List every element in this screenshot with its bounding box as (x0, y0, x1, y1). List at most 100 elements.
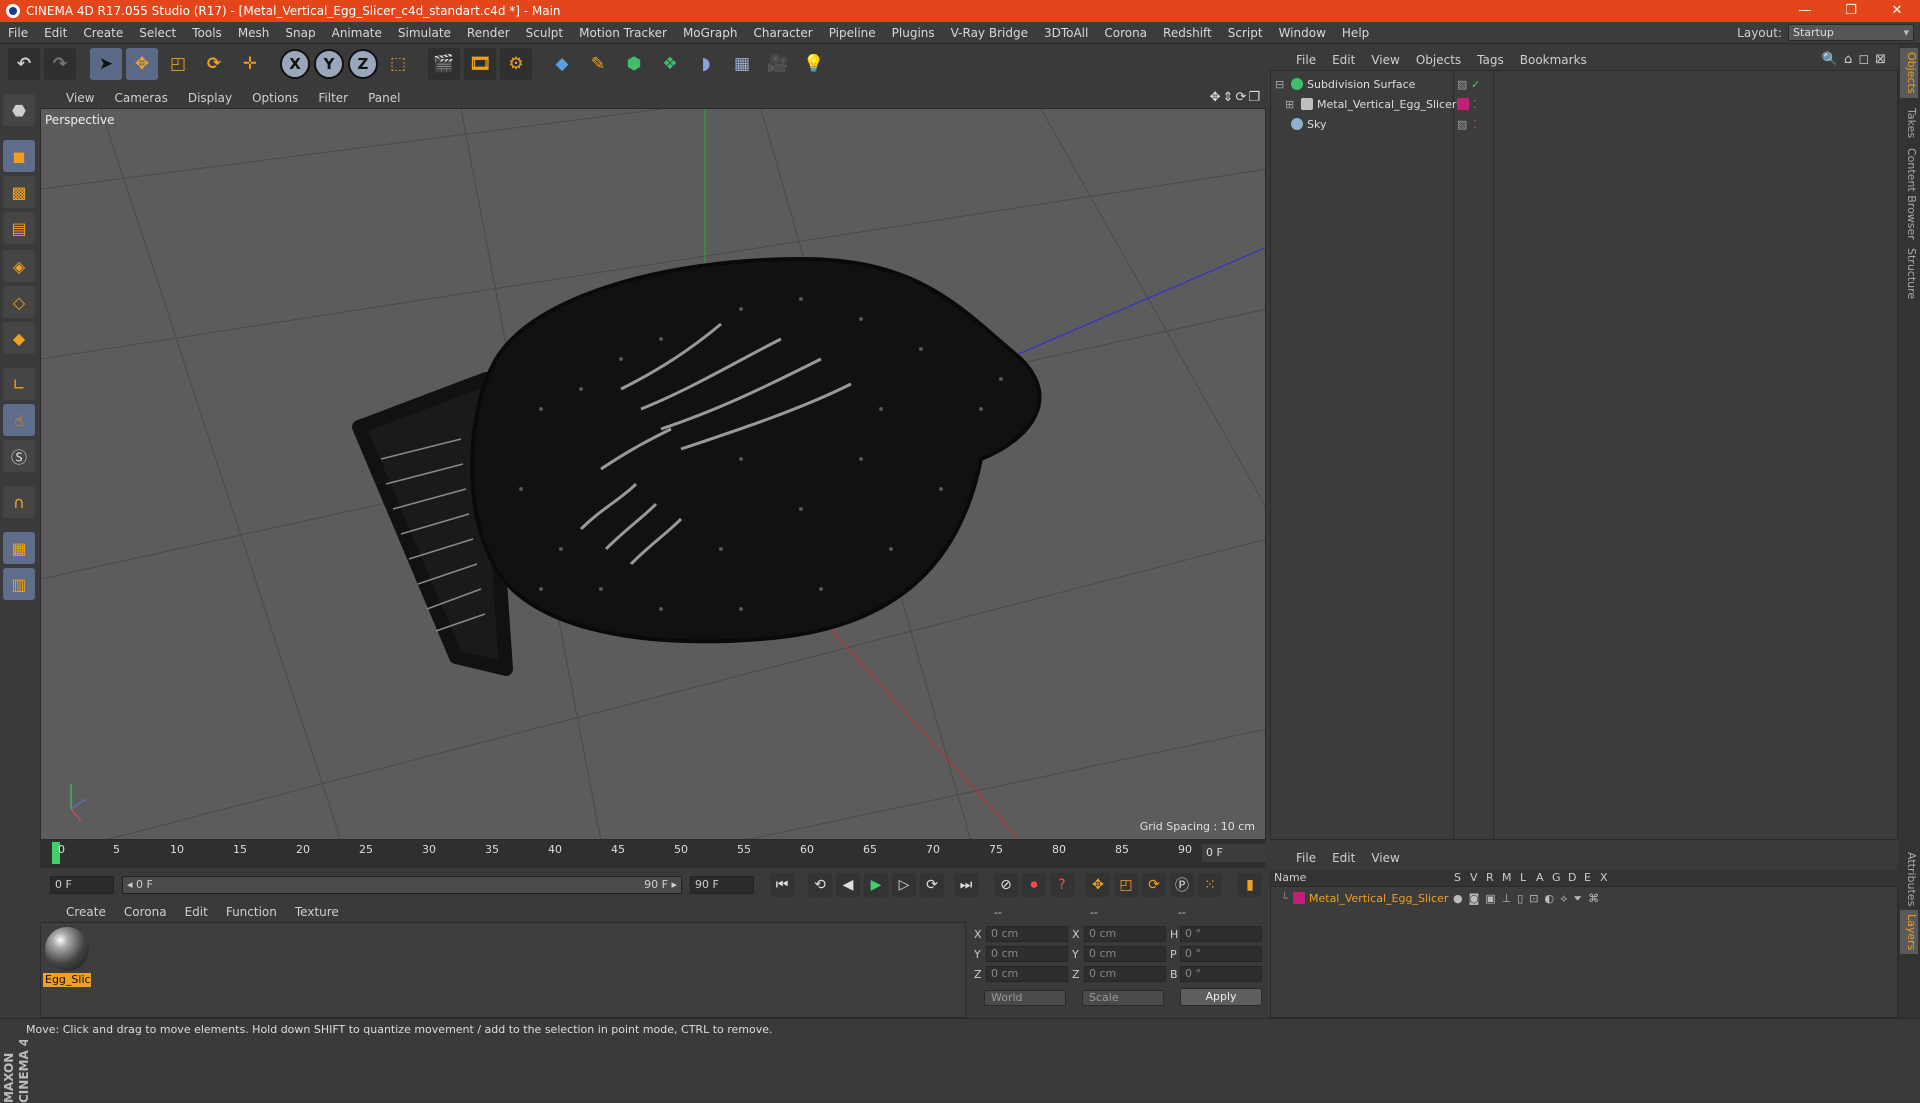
undo-icon[interactable]: ↶ (8, 48, 40, 80)
tab-content-browser[interactable]: Content Browser (1900, 144, 1918, 244)
viewport-menu-display[interactable]: Display (188, 91, 232, 105)
menu-mograph[interactable]: MoGraph (675, 26, 746, 40)
timeline-ruler[interactable]: 0 5 10 15 20 25 30 35 40 45 50 55 60 65 … (40, 840, 1266, 868)
object-manager-toolbar-icons[interactable]: 🔍⌂◻⊠ (1822, 52, 1892, 67)
column-name[interactable]: Name (1274, 871, 1306, 884)
record-keys-off-icon[interactable]: ⊘ (994, 873, 1018, 897)
material-menu-corona[interactable]: Corona (124, 905, 167, 919)
menu-help[interactable]: Help (1334, 26, 1377, 40)
size-z-field[interactable]: 0 cm (1084, 966, 1166, 982)
pen-spline-icon[interactable]: ✎ (582, 48, 614, 80)
menu-redshift[interactable]: Redshift (1155, 26, 1220, 40)
expand-toggle[interactable]: ⊟ (1275, 78, 1284, 91)
menu-animate[interactable]: Animate (324, 26, 390, 40)
menu-tools[interactable]: Tools (184, 26, 230, 40)
tab-layers[interactable]: Layers (1900, 910, 1918, 955)
viewport-navigation-icons[interactable]: ✥⇕⟳❐ (1210, 90, 1262, 105)
timeline-window-icon[interactable]: ▮ (1238, 873, 1262, 897)
coordinate-system-icon[interactable]: ⬚ (382, 48, 414, 80)
menu-vray-bridge[interactable]: V-Ray Bridge (943, 26, 1036, 40)
material-menu-create[interactable]: Create (66, 905, 106, 919)
tweak-mode-icon[interactable]: ☝ (3, 404, 35, 436)
axis-mode-icon[interactable]: ∟ (3, 368, 35, 400)
frame-range-slider[interactable]: ◂ 0 F 90 F ▸ (122, 876, 682, 894)
layer-flag-icons[interactable]: ●◙▣⊥▯⊡◐⟡⏷⌘ (1453, 892, 1605, 906)
cloner-icon[interactable]: ❖ (654, 48, 686, 80)
menu-file[interactable]: File (0, 26, 36, 40)
snap-icon[interactable]: Ⓢ (3, 440, 35, 472)
x-axis-toggle[interactable]: X (280, 49, 310, 79)
maximize-button[interactable]: ❐ (1828, 0, 1874, 22)
edit-render-settings-icon[interactable]: ⚙ (500, 48, 532, 80)
points-mode-icon[interactable]: ◈ (3, 250, 35, 282)
object-menu-file[interactable]: File (1296, 53, 1316, 67)
end-frame-field[interactable]: 90 F (690, 876, 754, 894)
material-menu-texture[interactable]: Texture (295, 905, 339, 919)
column-solo[interactable]: S (1454, 871, 1461, 884)
menu-snap[interactable]: Snap (277, 26, 323, 40)
size-x-field[interactable]: 0 cm (1084, 926, 1166, 942)
menu-script[interactable]: Script (1220, 26, 1271, 40)
next-frame-icon[interactable]: ▷ (892, 873, 916, 897)
tab-structure[interactable]: Structure (1900, 244, 1918, 303)
play-icon[interactable]: ▶ (864, 873, 888, 897)
material-menu-function[interactable]: Function (226, 905, 277, 919)
model-mode-icon[interactable]: ◼ (3, 140, 35, 172)
size-y-field[interactable]: 0 cm (1084, 946, 1166, 962)
autokey-icon[interactable]: ? (1050, 873, 1074, 897)
camera-icon[interactable]: 🎥 (762, 48, 794, 80)
menu-select[interactable]: Select (131, 26, 184, 40)
position-x-field[interactable]: 0 cm (986, 926, 1068, 942)
key-position-icon[interactable]: ✥ (1086, 873, 1110, 897)
column-visible[interactable]: V (1470, 871, 1478, 884)
rotation-h-field[interactable]: 0 ° (1180, 926, 1262, 942)
object-row-egg-slicer[interactable]: ⊞ Metal_Vertical_Egg_Slicer ⁚ (1271, 95, 1897, 114)
key-scale-icon[interactable]: ◰ (1114, 873, 1138, 897)
floor-icon[interactable]: ▦ (726, 48, 758, 80)
column-render[interactable]: R (1486, 871, 1494, 884)
layer-menu-file[interactable]: File (1296, 851, 1316, 865)
object-name[interactable]: Sky (1307, 118, 1326, 131)
minimize-button[interactable]: — (1782, 0, 1828, 22)
layout-dropdown[interactable]: Startup (1788, 24, 1914, 41)
select-icon[interactable]: ➤ (90, 48, 122, 80)
cube-icon[interactable]: ◆ (546, 48, 578, 80)
material-swatch[interactable] (45, 927, 89, 971)
layer-name[interactable]: Metal_Vertical_Egg_Slicer (1309, 892, 1448, 905)
visibility-dots-icon[interactable]: ⁚ (1473, 98, 1477, 111)
rotation-b-field[interactable]: 0 ° (1180, 966, 1262, 982)
key-parameter-icon[interactable]: Ⓟ (1170, 873, 1194, 897)
next-key-icon[interactable]: ⟳ (920, 873, 944, 897)
menu-sculpt[interactable]: Sculpt (518, 26, 571, 40)
menu-pipeline[interactable]: Pipeline (821, 26, 884, 40)
deformer-icon[interactable]: ◗ (690, 48, 722, 80)
previous-key-icon[interactable]: ⟲ (808, 873, 832, 897)
current-frame-field[interactable]: 0 F (1202, 844, 1266, 862)
perspective-viewport[interactable]: Perspective Grid Spacing : 10 cm (40, 108, 1266, 840)
object-row-sky[interactable]: Sky ▨ ⁚ (1271, 115, 1897, 134)
object-menu-view[interactable]: View (1371, 53, 1399, 67)
tab-takes[interactable]: Takes (1900, 104, 1918, 142)
edit-tag-icon[interactable]: ▨ (1457, 118, 1467, 131)
viewport-menu-view[interactable]: View (66, 91, 94, 105)
live-select-icon[interactable]: ✛ (234, 48, 266, 80)
apply-button[interactable]: Apply (1180, 988, 1262, 1006)
edges-mode-icon[interactable]: ◇ (3, 286, 35, 318)
edit-tag-icon[interactable]: ▨ (1457, 78, 1467, 91)
y-axis-toggle[interactable]: Y (314, 49, 344, 79)
texture-mode-icon[interactable]: ▩ (3, 176, 35, 208)
column-animation[interactable]: A (1536, 871, 1544, 884)
menu-corona[interactable]: Corona (1096, 26, 1155, 40)
workplane-mode-icon[interactable]: ▤ (3, 212, 35, 244)
scale-icon[interactable]: ◰ (162, 48, 194, 80)
layer-menu-edit[interactable]: Edit (1332, 851, 1355, 865)
planar-workplane-icon[interactable]: ▥ (3, 568, 35, 600)
go-to-end-icon[interactable]: ⏭ (954, 873, 978, 897)
layer-color-swatch[interactable] (1293, 892, 1305, 904)
layer-color-icon[interactable] (1457, 98, 1469, 110)
tab-objects[interactable]: Objects (1900, 48, 1918, 98)
material-name-label[interactable]: Egg_Slic (43, 973, 91, 987)
menu-motion-tracker[interactable]: Motion Tracker (571, 26, 675, 40)
go-to-start-icon[interactable]: ⏮ (770, 873, 794, 897)
key-rotation-icon[interactable]: ⟳ (1142, 873, 1166, 897)
